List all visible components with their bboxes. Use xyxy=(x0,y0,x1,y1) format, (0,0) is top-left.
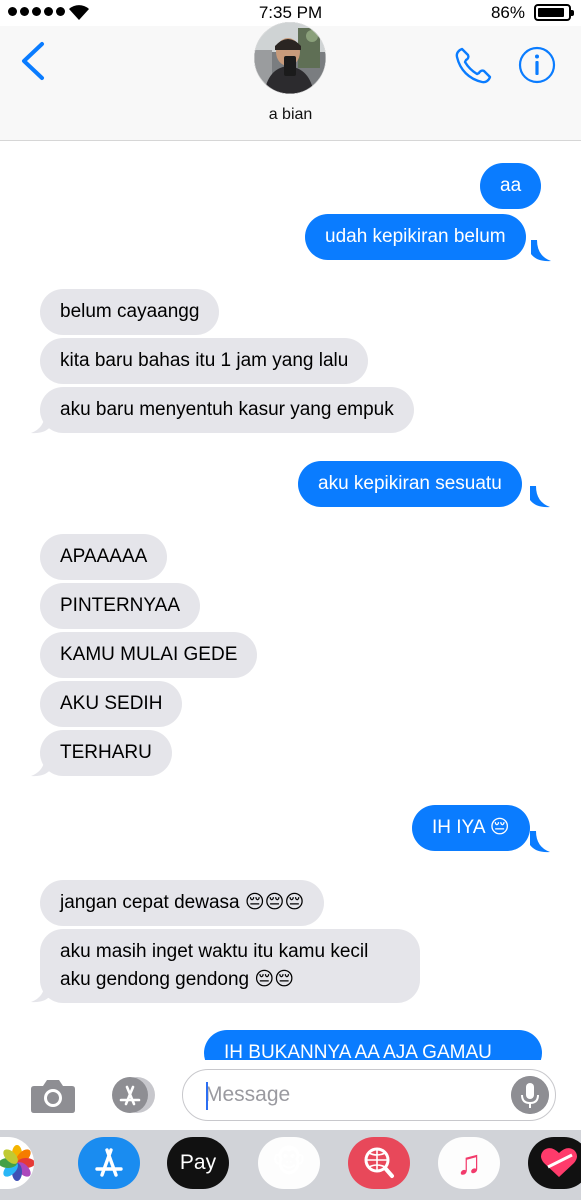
message-bubble-incoming[interactable]: APAAAAA xyxy=(40,534,168,580)
message-bubble-incoming[interactable]: kita baru bahas itu 1 jam yang lalu xyxy=(40,338,369,384)
conversation-header: a bian xyxy=(0,22,581,141)
message-thread[interactable]: aa udah kepikiran belum belum cayaangg k… xyxy=(0,142,581,1060)
photos-app-icon[interactable] xyxy=(0,1137,34,1189)
apple-pay-label: Pay xyxy=(179,1151,217,1174)
bubble-tail xyxy=(530,486,550,508)
contact-name[interactable]: a bian xyxy=(0,106,581,124)
message-bubble-outgoing[interactable]: IH BUKANNYA AA AJA GAMAU xyxy=(204,1030,542,1060)
message-bubble-incoming[interactable]: jangan cepat dewasa 😔😔😔 xyxy=(40,880,325,926)
compose-bar xyxy=(0,1060,581,1130)
message-bubble-incoming[interactable]: TERHARU xyxy=(40,730,172,776)
app-drawer: Pay 🐵 ♫ xyxy=(0,1130,581,1200)
message-bubble-incoming[interactable]: PINTERNYAA xyxy=(40,583,201,629)
bubble-tail xyxy=(31,412,51,434)
message-bubble-incoming[interactable]: KAMU MULAI GEDE xyxy=(40,632,258,678)
message-bubble-incoming[interactable]: belum cayaangg xyxy=(40,289,220,335)
message-input-field[interactable] xyxy=(182,1069,556,1121)
battery-icon xyxy=(534,4,574,21)
music-note-glyph: ♫ xyxy=(456,1144,482,1182)
message-bubble-incoming[interactable]: AKU SEDIH xyxy=(40,681,183,727)
info-icon[interactable] xyxy=(518,46,556,84)
bubble-tail xyxy=(31,981,51,1003)
avatar[interactable] xyxy=(254,22,326,94)
text-cursor xyxy=(206,1082,208,1110)
message-bubble-incoming[interactable]: aku masih inget waktu itu kamu kecil aku… xyxy=(40,929,420,1003)
bubble-tail xyxy=(531,240,551,262)
message-bubble-outgoing[interactable]: aa xyxy=(480,163,542,209)
monkey-emoji: 🐵 xyxy=(271,1146,307,1179)
apple-pay-app-icon[interactable]: Pay xyxy=(167,1137,229,1189)
bubble-tail xyxy=(530,831,550,853)
web-images-app-icon[interactable] xyxy=(348,1137,410,1189)
message-bubble-outgoing[interactable]: IH IYA 😔 xyxy=(412,805,530,851)
app-store-icon[interactable] xyxy=(106,1076,158,1114)
app-store-app-icon[interactable] xyxy=(78,1137,140,1189)
camera-icon[interactable] xyxy=(30,1076,76,1114)
microphone-icon[interactable] xyxy=(511,1076,549,1114)
phone-icon[interactable] xyxy=(453,46,493,86)
message-bubble-outgoing[interactable]: aku kepikiran sesuatu xyxy=(298,461,522,507)
bubble-tail xyxy=(31,755,51,777)
message-bubble-incoming[interactable]: aku baru menyentuh kasur yang empuk xyxy=(40,387,414,433)
animoji-app-icon[interactable]: 🐵 xyxy=(258,1137,320,1189)
digital-touch-app-icon[interactable] xyxy=(528,1137,581,1189)
back-icon[interactable] xyxy=(16,40,50,82)
music-app-icon[interactable]: ♫ xyxy=(438,1137,500,1189)
message-input[interactable] xyxy=(205,1070,505,1119)
battery-percentage: 86% xyxy=(490,3,525,22)
message-bubble-outgoing[interactable]: udah kepikiran belum xyxy=(305,214,526,260)
